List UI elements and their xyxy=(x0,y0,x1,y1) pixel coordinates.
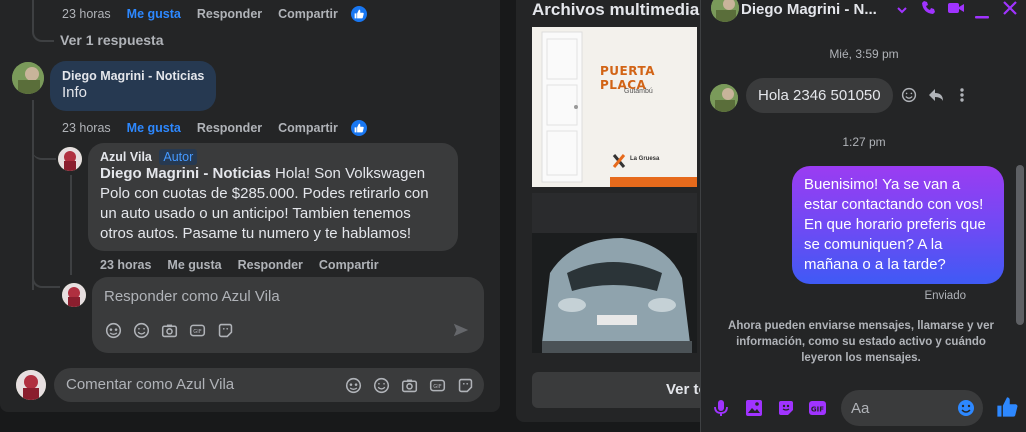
chat-composer: GIF Aa xyxy=(701,388,1026,432)
page: 23 horas Me gusta Responder Compartir Ve… xyxy=(0,0,1026,432)
emoji-icon[interactable] xyxy=(957,399,975,422)
camera-icon[interactable] xyxy=(160,321,178,339)
view-all-button[interactable]: Ver to xyxy=(532,372,716,408)
avatar[interactable] xyxy=(58,147,82,171)
sticker-icon[interactable] xyxy=(777,399,795,422)
media-title: Archivos multimedia r xyxy=(532,0,711,19)
timestamp: 1:27 pm xyxy=(842,135,886,149)
received-message[interactable]: Hola 2346 501050 xyxy=(746,78,893,113)
privacy-info: Ahora pueden enviarse mensajes, llamarse… xyxy=(728,320,994,364)
reply-placeholder: Responder como Azul Vila xyxy=(104,288,280,305)
reply-input[interactable]: Responder como Azul Vila GIF xyxy=(92,277,484,353)
avatar[interactable] xyxy=(16,370,46,400)
chat-window: Diego Magrini - N... Mié, 3:59 pm Hola 2… xyxy=(700,0,1026,432)
svg-text:GIF: GIF xyxy=(433,384,441,390)
phone-icon[interactable] xyxy=(921,0,937,21)
video-icon[interactable] xyxy=(947,1,965,20)
reply-bubble: Azul Vila Autor Diego Magrini - Noticias… xyxy=(88,143,458,251)
chevron-down-icon[interactable] xyxy=(896,3,908,21)
scrollbar[interactable] xyxy=(1016,165,1024,325)
media-panel: Archivos multimedia r PUERTA PLACA Gutam… xyxy=(516,0,716,422)
comment-input[interactable]: Comentar como Azul Vila GIF xyxy=(54,368,484,402)
microphone-icon[interactable] xyxy=(714,399,728,422)
author-badge: Autor xyxy=(159,149,198,165)
avatar[interactable] xyxy=(62,283,86,307)
emoji-icon[interactable] xyxy=(372,376,390,394)
comment-actions: 23 horas Me gusta Responder Compartir xyxy=(62,5,384,23)
gif-icon[interactable]: GIF xyxy=(188,321,206,339)
comment-time[interactable]: 23 horas xyxy=(62,121,111,135)
comments-panel: 23 horas Me gusta Responder Compartir Ve… xyxy=(0,0,500,412)
thumb-subtitle: Gutambú xyxy=(624,88,653,95)
avatar[interactable] xyxy=(710,84,738,112)
comment-bubble: Diego Magrini - Noticias Info xyxy=(50,61,217,111)
message-input[interactable]: Aa xyxy=(841,390,983,426)
timestamp: Mié, 3:59 pm xyxy=(829,47,899,61)
message-status: Enviado xyxy=(924,290,966,302)
react-icon[interactable] xyxy=(901,87,917,108)
comment-text: Info xyxy=(62,84,88,101)
thread-line xyxy=(70,175,72,275)
share-button[interactable]: Compartir xyxy=(319,258,379,272)
reply-time[interactable]: 23 horas xyxy=(100,258,151,272)
like-button[interactable]: Me gusta xyxy=(167,258,221,272)
message-placeholder: Aa xyxy=(851,400,870,417)
reply-button[interactable]: Responder xyxy=(197,121,262,135)
view-replies-link[interactable]: Ver 1 respuesta xyxy=(60,32,164,48)
sent-message[interactable]: Buenisimo! Ya se van a estar contactando… xyxy=(792,166,1004,284)
chat-contact-name[interactable]: Diego Magrini - N... xyxy=(741,1,877,18)
minimize-icon[interactable] xyxy=(975,7,989,25)
reply-arrow-icon[interactable] xyxy=(928,87,944,108)
gif-icon[interactable]: GIF xyxy=(808,399,827,422)
reply-button[interactable]: Responder xyxy=(197,7,262,21)
sticker-icon[interactable] xyxy=(216,321,234,339)
share-button[interactable]: Compartir xyxy=(278,121,338,135)
thumbs-up-icon[interactable] xyxy=(996,396,1018,423)
like-button[interactable]: Me gusta xyxy=(127,121,181,135)
mention[interactable]: Diego Magrini - Noticias xyxy=(100,165,271,182)
comment-time[interactable]: 23 horas xyxy=(62,7,111,21)
thread-connector xyxy=(32,270,60,288)
reply-actions: 23 horas Me gusta Responder Compartir xyxy=(100,258,395,272)
comment-author[interactable]: Diego Magrini - Noticias xyxy=(62,69,204,83)
like-button[interactable]: Me gusta xyxy=(127,7,181,21)
thread-connector xyxy=(32,0,54,42)
comment-actions: 23 horas Me gusta Responder Compartir xyxy=(62,119,384,137)
thread-connector xyxy=(32,112,56,160)
avatar-sticker-icon[interactable] xyxy=(344,376,362,394)
emoji-icon[interactable] xyxy=(132,321,150,339)
reply-text: Diego Magrini - Noticias Hola! Son Volks… xyxy=(100,164,446,244)
comment-placeholder: Comentar como Azul Vila xyxy=(66,376,235,393)
sticker-icon[interactable] xyxy=(456,376,474,394)
media-thumbnail[interactable]: PUERTA PLACA Gutambú La Gruesa xyxy=(532,27,697,187)
reply-author-row: Azul Vila Autor xyxy=(100,149,446,165)
comment-toolbar: GIF xyxy=(344,376,474,394)
thumb-brand: La Gruesa xyxy=(630,156,660,162)
image-icon[interactable] xyxy=(745,399,763,422)
thumbs-up-icon xyxy=(349,119,368,137)
avatar-sticker-icon[interactable] xyxy=(104,321,122,339)
avatar[interactable] xyxy=(12,62,44,94)
send-icon[interactable] xyxy=(452,321,470,344)
reply-author[interactable]: Azul Vila xyxy=(100,150,152,164)
svg-text:GIF: GIF xyxy=(193,329,201,335)
svg-text:GIF: GIF xyxy=(811,406,824,414)
avatar[interactable] xyxy=(711,0,739,22)
chat-header: Diego Magrini - N... xyxy=(701,0,1026,22)
reply-toolbar: GIF xyxy=(104,321,234,339)
media-thumbnail[interactable] xyxy=(532,193,697,353)
close-icon[interactable] xyxy=(1003,1,1017,20)
reply-button[interactable]: Responder xyxy=(238,258,303,272)
gif-icon[interactable]: GIF xyxy=(428,376,446,394)
camera-icon[interactable] xyxy=(400,376,418,394)
thumbs-up-icon xyxy=(349,5,368,23)
share-button[interactable]: Compartir xyxy=(278,7,338,21)
more-options-icon[interactable] xyxy=(959,87,965,108)
